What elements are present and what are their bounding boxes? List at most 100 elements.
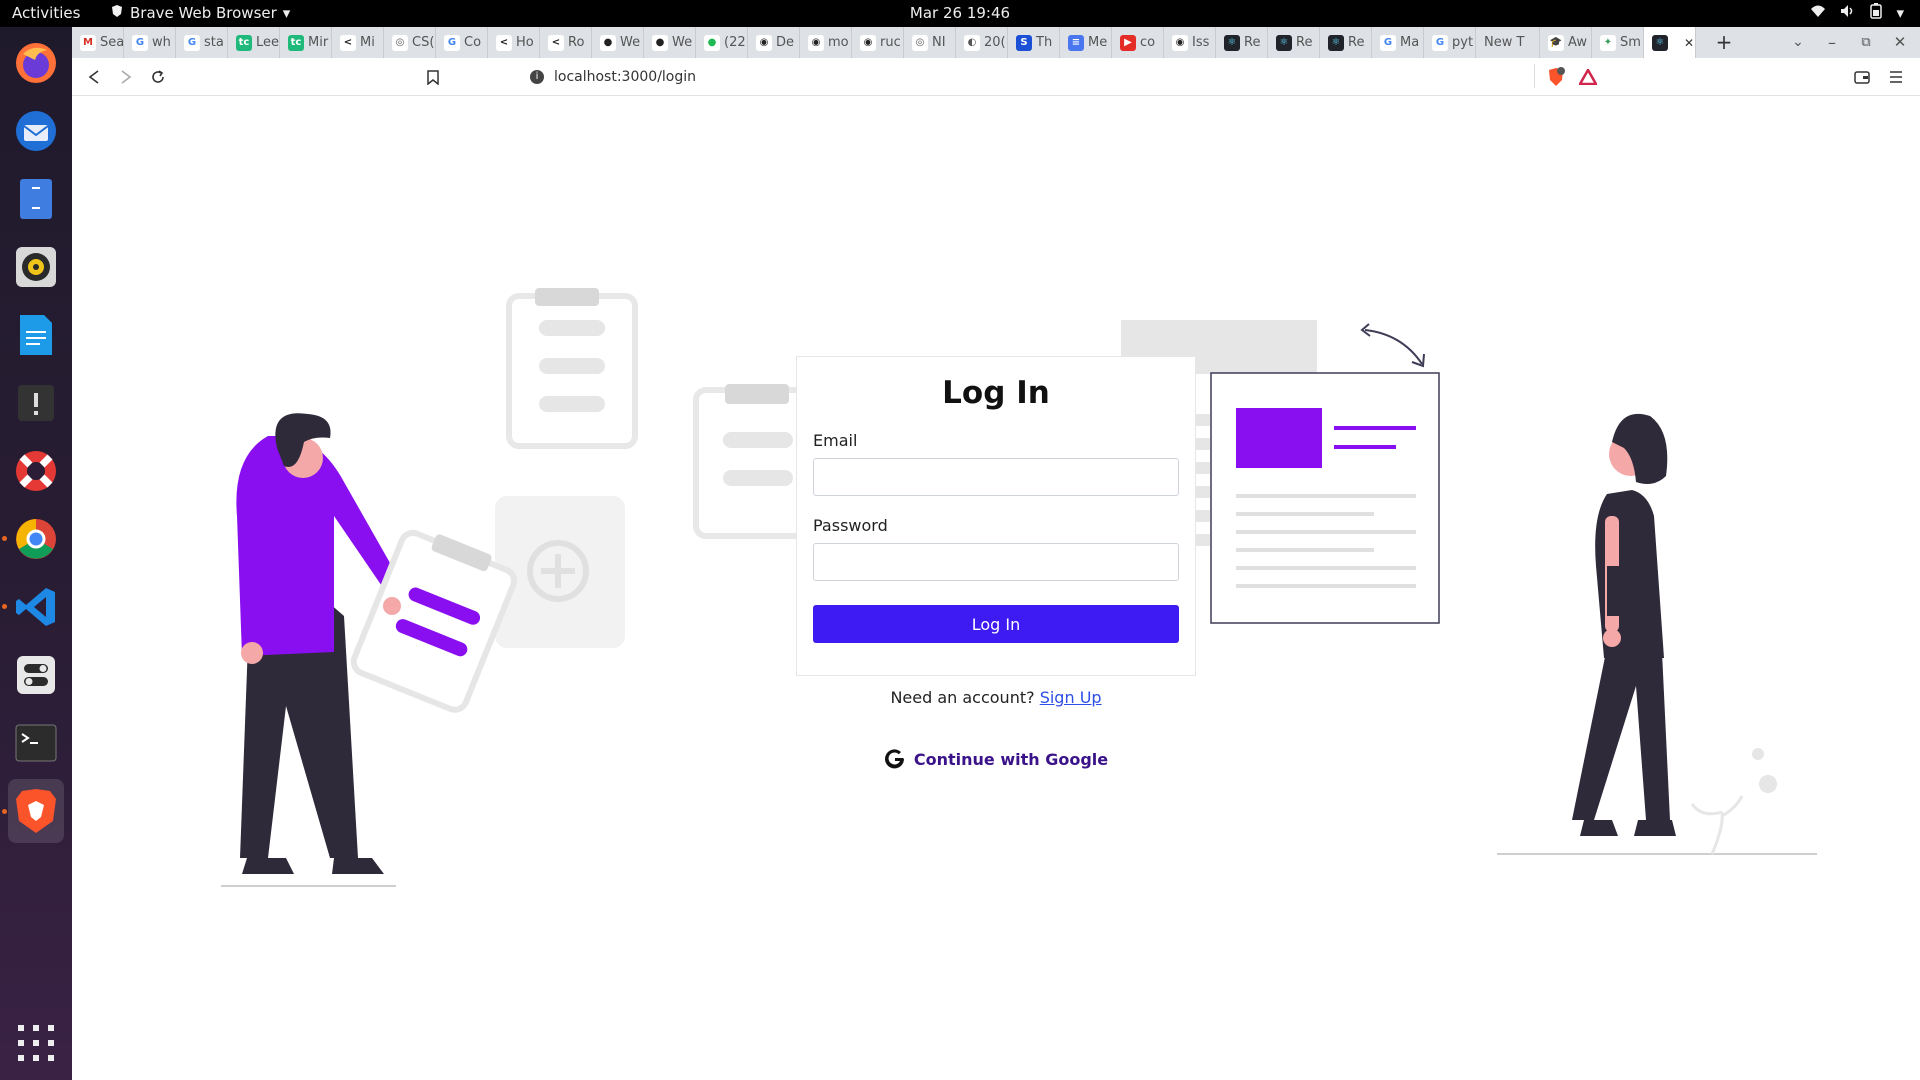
tab-title: New T [1484, 35, 1525, 50]
browser-tab[interactable]: < Ro [540, 27, 592, 58]
close-window-button[interactable]: ✕ [1890, 32, 1910, 52]
vscode-icon [16, 588, 55, 626]
tab-favicon-icon: ◐ [964, 34, 980, 51]
tab-favicon-icon: ⚛ [1328, 34, 1344, 51]
email-field[interactable] [813, 458, 1179, 496]
tab-favicon-icon: ⚛ [1276, 34, 1292, 51]
brave-rewards-button[interactable] [1578, 67, 1598, 87]
browser-tab[interactable]: Gpyt [1424, 27, 1476, 58]
browser-tab[interactable]: < Mi [332, 27, 384, 58]
tab-title: Re [1244, 35, 1261, 50]
dock-settings-app[interactable] [8, 647, 64, 703]
close-tab-icon[interactable]: ✕ [1684, 36, 1694, 50]
browser-tab[interactable]: 🎓 Aw [1540, 27, 1592, 58]
system-tray[interactable]: ▾ [1810, 3, 1904, 23]
browser-tab[interactable]: ◉ Iss [1164, 27, 1216, 58]
tab-favicon-icon: tc [236, 34, 252, 51]
dock-files[interactable] [8, 171, 64, 227]
dock-system-monitor[interactable] [8, 375, 64, 431]
dock-firefox[interactable] [8, 35, 64, 91]
rhythmbox-icon [16, 247, 56, 287]
system-top-bar: Activities Brave Web Browser ▾ Mar 26 19… [0, 0, 1920, 27]
signup-link[interactable]: Sign Up [1040, 688, 1102, 707]
tab-title: ruc [880, 35, 901, 50]
browser-tab[interactable]: Gwh [124, 27, 176, 58]
login-button[interactable]: Log In [813, 605, 1179, 643]
browser-tab[interactable]: ◉ mo [800, 27, 852, 58]
browser-tab[interactable]: S Th [1008, 27, 1060, 58]
google-icon [884, 749, 904, 769]
reload-icon [152, 70, 164, 83]
browser-tab[interactable]: ● (22 [696, 27, 748, 58]
back-arrow-icon [88, 70, 99, 84]
password-field[interactable] [813, 543, 1179, 581]
tab-title: We [672, 35, 693, 50]
wallet-button[interactable] [1852, 67, 1872, 87]
forward-arrow-icon [121, 70, 132, 84]
browser-tab[interactable]: ⚛ Re [1320, 27, 1372, 58]
browser-tab[interactable]: ⚛ Re [1268, 27, 1320, 58]
browser-tab[interactable]: ⚛ ✕ [1644, 27, 1696, 58]
dock-thunderbird[interactable] [8, 103, 64, 159]
minimize-button[interactable]: – [1822, 32, 1842, 52]
tab-favicon-icon: ▶ [1120, 34, 1136, 51]
browser-tab[interactable]: ▶ co [1112, 27, 1164, 58]
browser-tab[interactable]: M Sea [72, 27, 124, 58]
browser-tab[interactable]: Gsta [176, 27, 228, 58]
browser-tab[interactable]: ≡ Me [1060, 27, 1112, 58]
browser-tab[interactable]: ⚛ Re [1216, 27, 1268, 58]
dock-writer[interactable] [8, 307, 64, 363]
browser-tab[interactable]: ◉ De [748, 27, 800, 58]
dock-chrome[interactable] [8, 511, 64, 567]
dock-vscode[interactable] [8, 579, 64, 635]
browser-tab[interactable]: ◉ ruc [852, 27, 904, 58]
terminal-icon [15, 724, 57, 762]
divider [1534, 64, 1535, 88]
dock-rhythmbox[interactable] [8, 239, 64, 295]
tab-favicon-icon: ✦ [1600, 34, 1616, 51]
tab-favicon-icon: ⚛ [1652, 34, 1668, 51]
browser-tab[interactable]: ◎ NI [904, 27, 956, 58]
browser-tab[interactable]: New T [1476, 27, 1540, 58]
bookmark-button[interactable] [423, 67, 443, 87]
dock-terminal[interactable] [8, 715, 64, 771]
tab-favicon-icon: ● [652, 34, 668, 51]
google-login-button[interactable]: Continue with Google [796, 748, 1196, 770]
browser-tab[interactable]: ◐ 20( [956, 27, 1008, 58]
clock[interactable]: Mar 26 19:46 [0, 4, 1920, 22]
tab-favicon-icon: 🎓 [1548, 34, 1564, 51]
browser-tab[interactable]: tc Lee [228, 27, 280, 58]
signup-prompt: Need an account? Sign Up [796, 688, 1196, 707]
back-button[interactable] [84, 67, 104, 87]
browser-tab[interactable]: ◎ CS( [384, 27, 436, 58]
new-tab-button[interactable]: + [1714, 30, 1734, 54]
dock-brave[interactable] [8, 779, 64, 843]
running-indicator [2, 536, 7, 541]
forward-button[interactable] [116, 67, 136, 87]
tab-title: CS( [412, 35, 435, 50]
bookmark-icon [427, 69, 439, 85]
menu-button[interactable] [1886, 67, 1906, 87]
restore-button[interactable]: ⧉ [1856, 32, 1876, 52]
dock-help[interactable] [8, 443, 64, 499]
browser-tab[interactable]: tc Mir [280, 27, 332, 58]
brave-shields-button[interactable] [1546, 67, 1566, 87]
reload-button[interactable] [148, 67, 168, 87]
browser-tab[interactable]: ● We [592, 27, 644, 58]
browser-tab[interactable]: ● We [644, 27, 696, 58]
chevron-down-icon: ▾ [1896, 4, 1904, 22]
browser-tab[interactable]: < Ho [488, 27, 540, 58]
tab-favicon-icon: G [132, 34, 148, 51]
rewards-triangle-icon [1579, 69, 1597, 85]
address-bar[interactable]: i localhost:3000/login [530, 63, 1606, 91]
show-applications-button[interactable] [8, 1015, 64, 1071]
tab-search-chevron-icon[interactable]: ⌄ [1788, 32, 1808, 52]
tab-title: NI [932, 35, 946, 50]
site-info-icon[interactable]: i [530, 70, 544, 84]
firefox-icon [16, 43, 56, 83]
browser-tab[interactable]: G Ma [1372, 27, 1424, 58]
wallet-icon [1854, 71, 1870, 84]
browser-tab[interactable]: G Co [436, 27, 488, 58]
browser-tab[interactable]: ✦ Sm [1592, 27, 1644, 58]
password-label: Password [813, 516, 888, 535]
